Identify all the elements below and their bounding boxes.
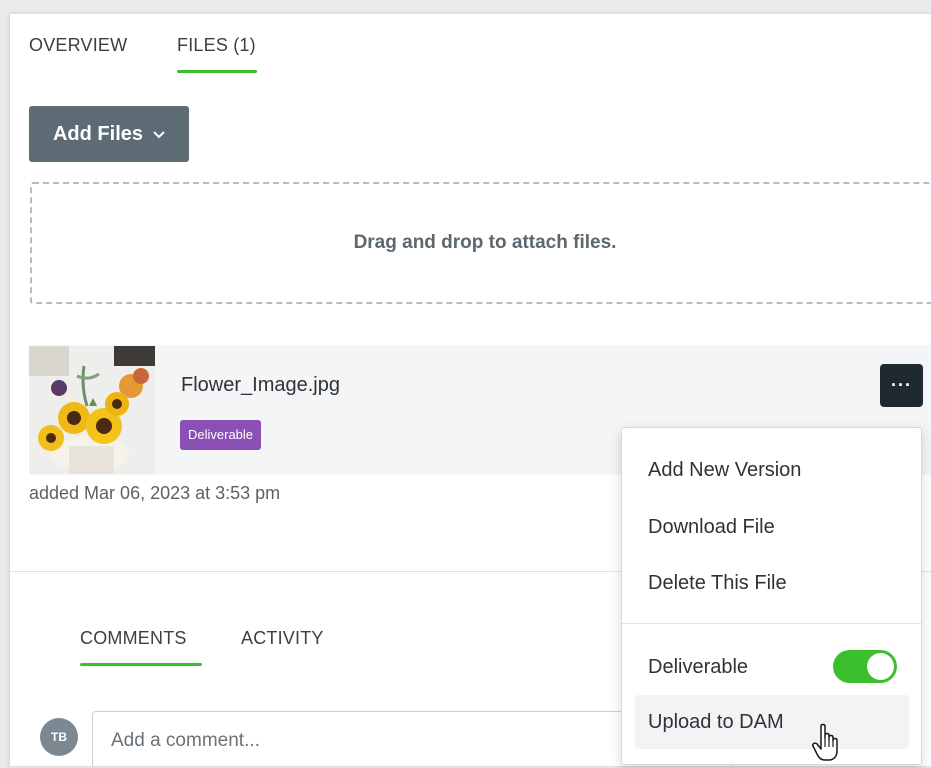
toggle-knob bbox=[867, 653, 894, 680]
file-thumbnail[interactable] bbox=[29, 346, 155, 474]
file-context-menu: Add New Version Download File Delete Thi… bbox=[621, 427, 922, 765]
file-added-timestamp: added Mar 06, 2023 at 3:53 pm bbox=[29, 483, 281, 503]
avatar: TB bbox=[40, 718, 78, 756]
tab-files[interactable]: FILES (1) bbox=[177, 35, 256, 56]
file-dropzone[interactable]: Drag and drop to attach files. bbox=[30, 182, 931, 304]
add-files-button[interactable]: Add Files bbox=[29, 106, 189, 162]
menu-item-upload-to-dam[interactable]: Upload to DAM bbox=[635, 695, 909, 749]
menu-item-delete-file[interactable]: Delete This File bbox=[622, 557, 921, 609]
file-name[interactable]: Flower_Image.jpg bbox=[181, 374, 340, 397]
menu-item-download-file[interactable]: Download File bbox=[622, 501, 921, 553]
deliverable-badge: Deliverable bbox=[180, 420, 262, 450]
ellipsis-icon: ··· bbox=[891, 375, 912, 395]
comment-placeholder: Add a comment... bbox=[111, 730, 260, 751]
hand-pointer-icon bbox=[812, 723, 842, 768]
menu-divider bbox=[622, 623, 921, 624]
tab-overview[interactable]: OVERVIEW bbox=[29, 35, 127, 56]
chevron-down-icon bbox=[153, 126, 165, 143]
dropzone-text: Drag and drop to attach files. bbox=[353, 232, 617, 253]
tab-files-underline bbox=[177, 70, 257, 73]
more-options-button[interactable]: ··· bbox=[880, 364, 923, 407]
tab-comments[interactable]: COMMENTS bbox=[80, 628, 187, 649]
tab-comments-underline bbox=[80, 663, 202, 666]
deliverable-toggle[interactable] bbox=[833, 650, 897, 683]
add-files-label: Add Files bbox=[52, 122, 143, 145]
tab-activity[interactable]: ACTIVITY bbox=[241, 628, 324, 649]
menu-item-add-new-version[interactable]: Add New Version bbox=[622, 444, 921, 496]
